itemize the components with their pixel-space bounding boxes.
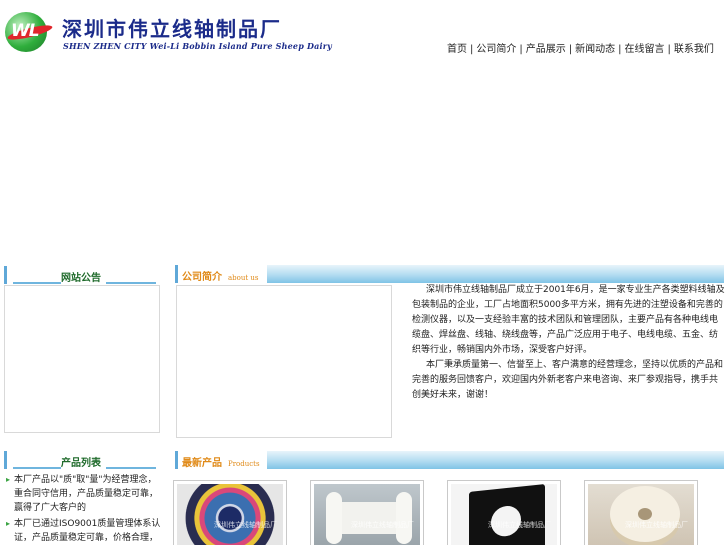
nav-message-link[interactable]: 在线留言 <box>625 44 665 55</box>
reel-disc-shape <box>610 486 680 542</box>
reel-frame-shape <box>469 484 545 545</box>
nav-about-link[interactable]: 公司简介 <box>476 44 516 55</box>
product-image: 深圳伟立线轴制品厂 <box>451 484 557 545</box>
company-name-cn: 深圳市伟立线轴制品厂 <box>62 17 282 41</box>
nav-separator: | <box>470 44 474 55</box>
latest-title-text: 最新产品 <box>182 458 222 469</box>
about-paragraph: 深圳市伟立线轴制品厂成立于2001年6月，是一家专业生产各类塑料线轴及包装制品的… <box>412 285 725 355</box>
nav-news-link[interactable]: 新闻动态 <box>575 44 615 55</box>
product-image: 深圳伟立线轴制品厂 <box>588 484 694 545</box>
header-stripe <box>267 265 724 283</box>
product-list: 本厂产品以"质"取"量"为经营理念，重合同守信用，产品质量稳定可靠，赢得了广大客… <box>4 473 162 545</box>
header-accent-bar <box>175 265 178 283</box>
image-watermark: 深圳伟立线轴制品厂 <box>488 521 551 529</box>
latest-header: 最新产品 Products <box>175 451 724 469</box>
product-list-item[interactable]: 本厂产品以"质"取"量"为经营理念，重合同守信用，产品质量稳定可靠，赢得了广大客… <box>4 473 162 515</box>
product-thumbnail[interactable]: 深圳伟立线轴制品厂 <box>310 480 424 545</box>
about-title: 公司简介 about us <box>182 268 259 283</box>
logo-text: WL <box>11 21 40 41</box>
top-nav: 首页 | 公司简介 | 产品展示 | 新闻动态 | 在线留言 | 联系我们 <box>447 40 714 55</box>
image-watermark: 深圳伟立线轴制品厂 <box>214 521 277 529</box>
latest-subtitle: Products <box>228 460 260 468</box>
notice-box <box>4 285 160 433</box>
nav-separator: | <box>519 44 523 55</box>
about-paragraph: 本厂秉承质量第一、信誉至上、客户满意的经营理念，坚持以优质的产品和完善的服务回馈… <box>412 360 724 400</box>
notice-header: 网站公告 <box>4 266 158 284</box>
header-stripe <box>267 451 724 469</box>
header-accent-bar <box>175 451 178 469</box>
products-header: 产品列表 <box>4 451 158 469</box>
company-logo[interactable]: WL <box>5 12 54 52</box>
nav-home-link[interactable]: 首页 <box>447 44 467 55</box>
image-watermark: 深圳伟立线轴制品厂 <box>625 521 688 529</box>
about-title-text: 公司简介 <box>182 272 222 283</box>
nav-contact-link[interactable]: 联系我们 <box>674 44 714 55</box>
product-thumbnail[interactable]: 深圳伟立线轴制品厂 <box>447 480 561 545</box>
products-title: 产品列表 <box>61 458 101 469</box>
company-name-en: SHEN ZHEN CITY Wei-Li Bobbin Island Pure… <box>63 41 333 51</box>
nav-separator: | <box>618 44 622 55</box>
product-list-item-label: 本厂产品以"质"取"量"为经营理念，重合同守信用，产品质量稳定可靠，赢得了广大客… <box>14 475 159 513</box>
notice-title: 网站公告 <box>61 273 101 284</box>
latest-title: 最新产品 Products <box>182 454 260 469</box>
product-image: 深圳伟立线轴制品厂 <box>177 484 283 545</box>
about-header: 公司简介 about us <box>175 265 724 283</box>
product-list-item[interactable]: 本厂已通过ISO9001质量管理体系认证，产品质量稳定可靠，价格合理，交货及时，… <box>4 517 162 545</box>
nav-separator: | <box>667 44 671 55</box>
product-thumbnail[interactable]: 深圳伟立线轴制品厂 <box>173 480 287 545</box>
product-image: 深圳伟立线轴制品厂 <box>314 484 420 545</box>
nav-products-link[interactable]: 产品展示 <box>526 44 566 55</box>
product-list-item-label: 本厂已通过ISO9001质量管理体系认证，产品质量稳定可靠，价格合理，交货及时，… <box>14 519 161 543</box>
nav-separator: | <box>568 44 573 55</box>
product-thumbnail[interactable]: 深圳伟立线轴制品厂 <box>584 480 698 545</box>
about-image <box>176 285 392 438</box>
about-subtitle: about us <box>228 274 259 282</box>
image-watermark: 深圳伟立线轴制品厂 <box>351 521 414 529</box>
about-text: 深圳市伟立线轴制品厂成立于2001年6月，是一家专业生产各类塑料线轴及包装制品的… <box>412 283 726 403</box>
